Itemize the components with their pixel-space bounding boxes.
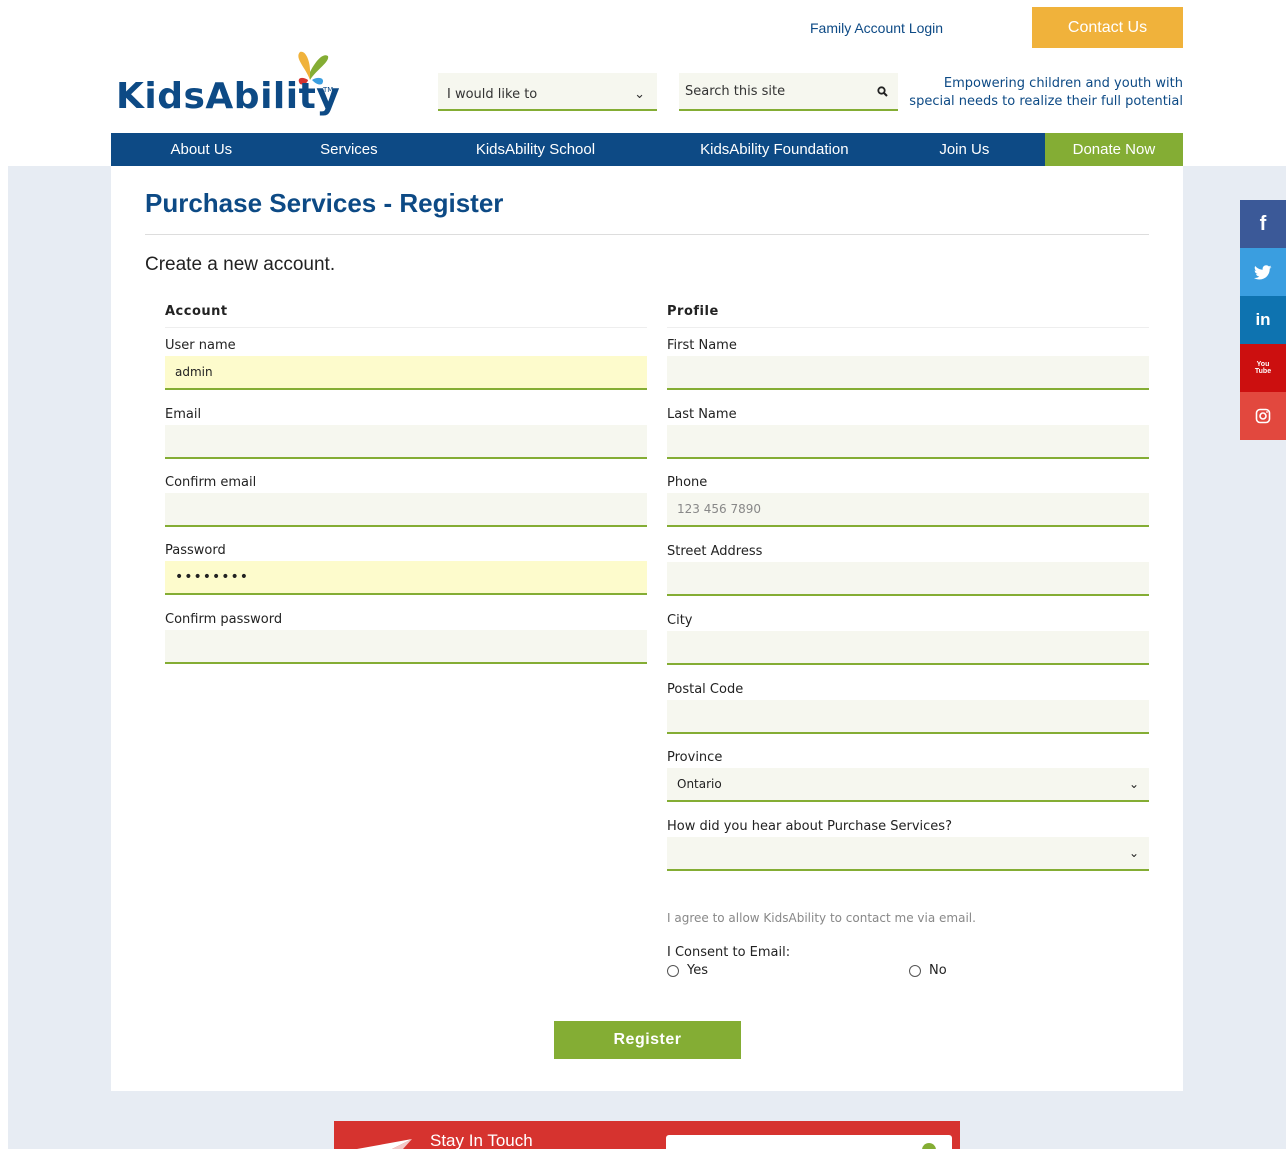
instagram-icon[interactable] [1240, 392, 1286, 440]
postal-code-label: Postal Code [667, 682, 744, 697]
street-address-label: Street Address [667, 544, 763, 559]
province-selected-value: Ontario [677, 777, 722, 791]
confirm-password-input[interactable] [165, 630, 647, 664]
hear-about-field: How did you hear about Purchase Services… [667, 819, 1149, 871]
logo-trademark: TM [323, 86, 334, 94]
linkedin-icon[interactable]: in [1240, 296, 1286, 344]
tagline-line-1: Empowering children and youth with [943, 76, 1183, 91]
city-field: City [667, 613, 1149, 665]
first-name-input[interactable] [667, 356, 1149, 390]
twitter-icon[interactable] [1240, 248, 1286, 296]
i-would-like-to-select[interactable]: I would like to ⌄ [438, 73, 657, 111]
profile-column: Profile First Name Last Name Phone 123 4… [667, 304, 1149, 978]
nav-services[interactable]: Services [292, 133, 407, 166]
facebook-icon[interactable]: f [1240, 200, 1286, 248]
last-name-field: Last Name [667, 407, 1149, 459]
last-name-label: Last Name [667, 407, 737, 422]
last-name-input[interactable] [667, 425, 1149, 459]
postal-code-field: Postal Code [667, 682, 1149, 734]
email-input[interactable] [165, 425, 647, 459]
confirm-password-label: Confirm password [165, 612, 283, 627]
profile-heading: Profile [667, 304, 1149, 328]
consent-no-label: No [929, 963, 947, 978]
postal-code-input[interactable] [667, 700, 1149, 734]
phone-field: Phone 123 456 7890 [667, 475, 1149, 527]
province-label: Province [667, 750, 723, 765]
consent-yes-radio[interactable]: Yes [667, 963, 708, 978]
consent-yes-label: Yes [687, 963, 708, 978]
account-heading: Account [165, 304, 647, 328]
city-input[interactable] [667, 631, 1149, 665]
first-name-label: First Name [667, 338, 737, 353]
youtube-icon[interactable]: You Tube [1240, 344, 1286, 392]
confirm-email-label: Confirm email [165, 475, 257, 490]
paper-plane-icon [357, 1139, 412, 1149]
content-card: Purchase Services - Register Create a ne… [111, 166, 1183, 1091]
contact-us-button[interactable]: Contact Us [1032, 7, 1183, 48]
password-label: Password [165, 543, 226, 558]
confirm-email-input[interactable] [165, 493, 647, 527]
province-field: Province Ontario ⌄ [667, 750, 1149, 802]
password-field: Password •••••••• [165, 543, 647, 595]
nav-donate-now[interactable]: Donate Now [1044, 133, 1183, 166]
register-button[interactable]: Register [554, 1021, 741, 1059]
username-label: User name [165, 338, 236, 353]
newsletter-email-input[interactable] [666, 1135, 952, 1149]
phone-input[interactable]: 123 456 7890 [667, 493, 1149, 527]
chevron-down-icon: ⌄ [1128, 846, 1139, 860]
email-label: Email [165, 407, 202, 422]
page-subtitle: Create a new account. [145, 254, 336, 275]
nav-about-us[interactable]: About Us [111, 133, 292, 166]
logo-wordmark: KidsAbility [116, 76, 341, 117]
hear-about-label: How did you hear about Purchase Services… [667, 819, 952, 834]
password-input[interactable]: •••••••• [165, 561, 647, 595]
family-account-login-link[interactable]: Family Account Login [810, 20, 943, 36]
radio-circle-icon [667, 964, 679, 977]
title-divider [145, 234, 1149, 235]
site-search [679, 73, 898, 111]
i-would-like-to-label: I would like to [447, 86, 538, 102]
street-address-input[interactable] [667, 562, 1149, 596]
tagline: Empowering children and youth with speci… [883, 75, 1183, 111]
email-agree-text: I agree to allow KidsAbility to contact … [667, 911, 976, 925]
radio-circle-icon [909, 964, 921, 977]
chevron-down-icon: ⌄ [634, 86, 645, 102]
street-address-field: Street Address [667, 544, 1149, 596]
username-field: User name admin [165, 338, 647, 390]
search-input[interactable] [685, 83, 855, 99]
confirm-email-field: Confirm email [165, 475, 647, 527]
twitter-bird-icon [1254, 264, 1272, 279]
stay-in-touch-banner: Stay In Touch [334, 1121, 960, 1149]
hear-about-select[interactable]: ⌄ [667, 837, 1149, 871]
city-label: City [667, 613, 693, 628]
main-nav: About Us Services KidsAbility School Kid… [111, 133, 1183, 166]
instagram-camera-icon [1255, 408, 1271, 424]
nav-kidsability-school[interactable]: KidsAbility School [406, 133, 665, 166]
username-input[interactable]: admin [165, 356, 647, 390]
kidsability-logo[interactable]: KidsAbility TM [116, 50, 346, 125]
nav-kidsability-foundation[interactable]: KidsAbility Foundation [665, 133, 884, 166]
consent-no-radio[interactable]: No [909, 963, 947, 978]
province-select[interactable]: Ontario ⌄ [667, 768, 1149, 802]
consent-label: I Consent to Email: [667, 945, 791, 960]
nav-join-us[interactable]: Join Us [884, 133, 1045, 166]
page-title: Purchase Services - Register [145, 188, 504, 218]
first-name-field: First Name [667, 338, 1149, 390]
phone-label: Phone [667, 475, 708, 490]
confirm-password-field: Confirm password [165, 612, 647, 664]
chevron-down-icon: ⌄ [1128, 777, 1139, 791]
account-column: Account User name admin Email Confirm em… [165, 304, 647, 664]
stay-in-touch-heading: Stay In Touch [430, 1131, 533, 1149]
social-sidebar: f in You Tube [1240, 200, 1286, 440]
email-field: Email [165, 407, 647, 459]
tagline-line-2: special needs to realize their full pote… [909, 94, 1183, 109]
